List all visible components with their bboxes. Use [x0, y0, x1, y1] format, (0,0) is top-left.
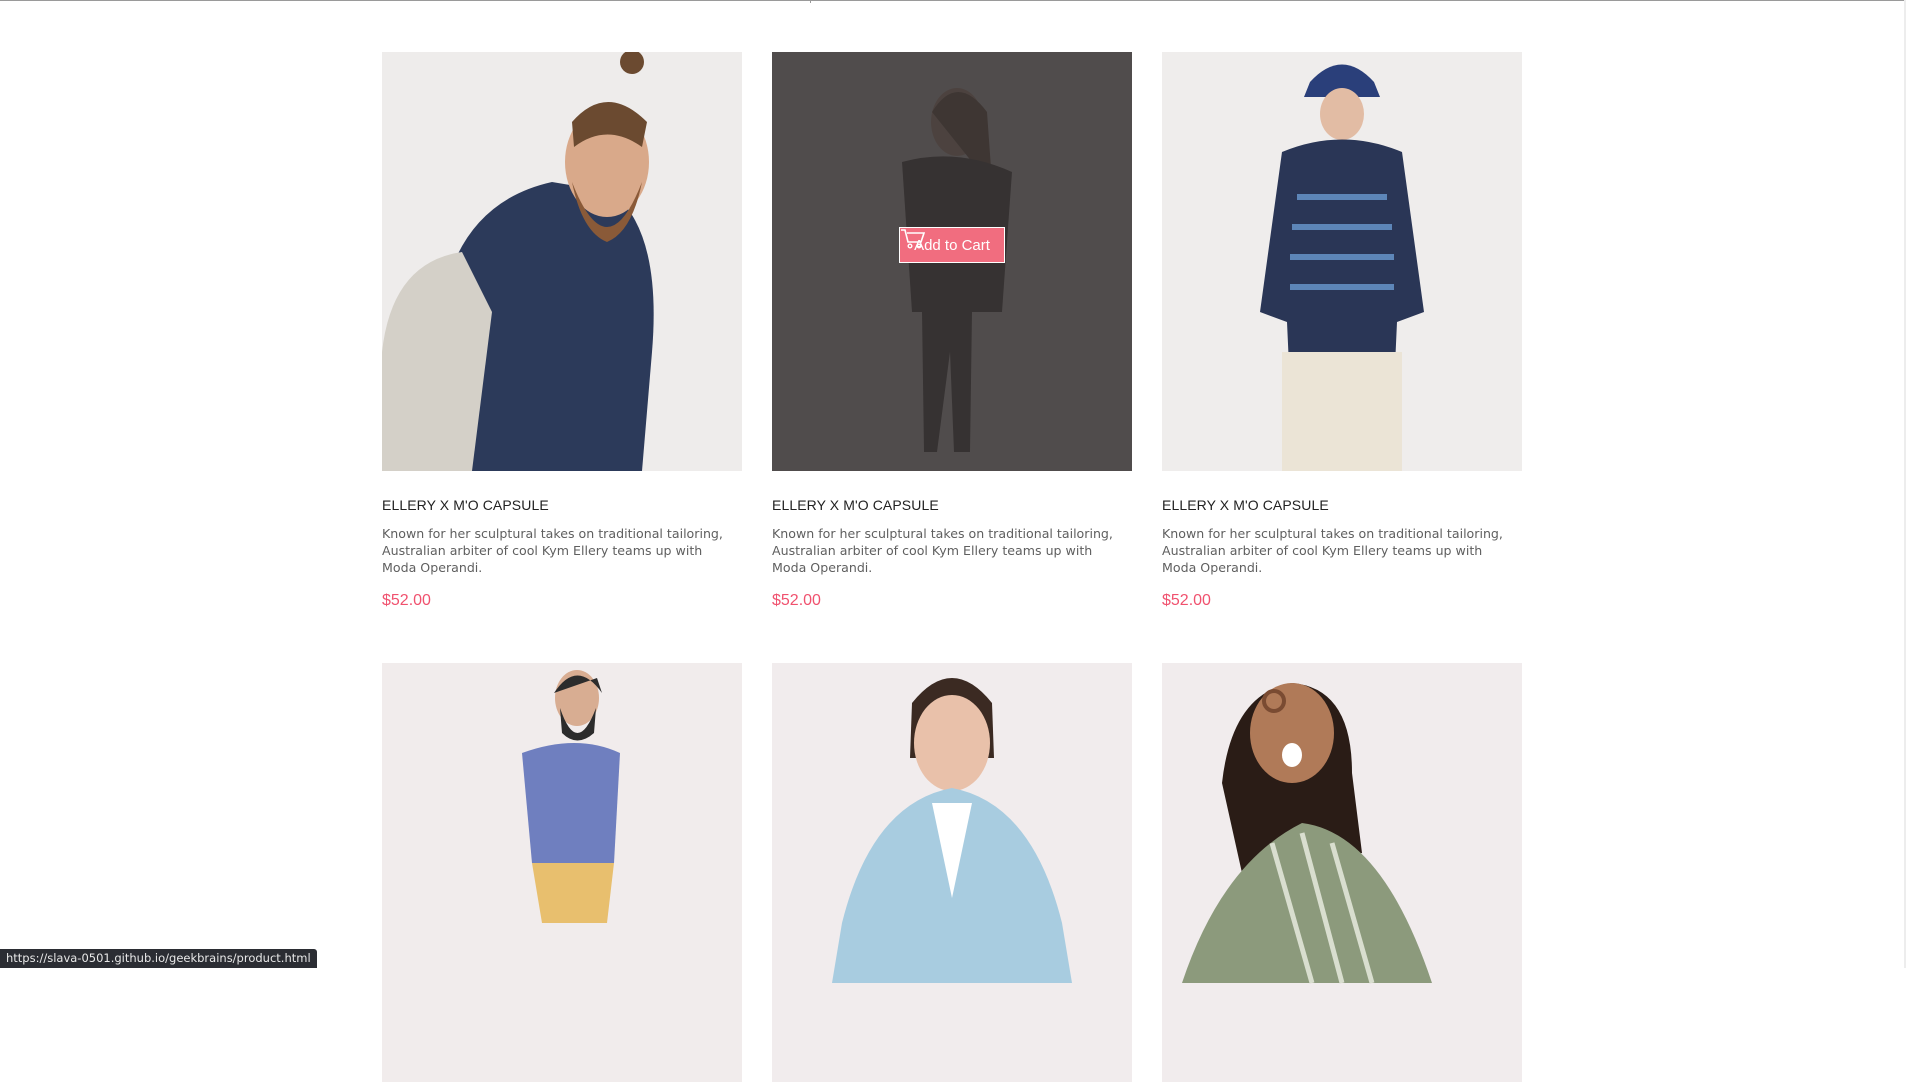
product-image[interactable]: [382, 663, 742, 1082]
product-description: Known for her sculptural takes on tradit…: [772, 526, 1113, 575]
product-image[interactable]: Add to Cart: [772, 52, 1132, 471]
product-card[interactable]: [382, 663, 742, 1082]
product-description: Known for her sculptural takes on tradit…: [382, 526, 723, 575]
product-price: $52.00: [772, 592, 821, 609]
product-description: Known for her sculptural takes on tradit…: [1162, 526, 1503, 575]
product-card[interactable]: ELLERY X M'O CAPSULE Known for her sculp…: [1162, 52, 1522, 610]
product-price: $52.00: [1162, 592, 1211, 609]
product-card[interactable]: ELLERY X M'O CAPSULE Known for her sculp…: [382, 52, 742, 610]
product-card[interactable]: Add to Cart ELLERY X M'O CAPSULE Known f…: [772, 52, 1132, 610]
status-bar-url: https://slava-0501.github.io/geekbrains/…: [0, 949, 317, 968]
add-to-cart-button[interactable]: Add to Cart: [899, 226, 1005, 263]
product-image[interactable]: [772, 663, 1132, 1082]
product-card[interactable]: [772, 663, 1132, 1082]
product-card[interactable]: [1162, 663, 1522, 1082]
product-image[interactable]: [1162, 663, 1522, 1082]
product-title[interactable]: ELLERY X M'O CAPSULE: [1162, 497, 1522, 513]
cart-icon: [901, 228, 926, 249]
product-image[interactable]: [1162, 52, 1522, 471]
product-image[interactable]: [382, 52, 742, 471]
top-divider: [0, 0, 1906, 1]
product-title[interactable]: ELLERY X M'O CAPSULE: [772, 497, 1132, 513]
product-title[interactable]: ELLERY X M'O CAPSULE: [382, 497, 742, 513]
hover-overlay: Add to Cart: [772, 52, 1132, 471]
top-divider-tick: [810, 0, 811, 3]
product-price: $52.00: [382, 592, 431, 609]
